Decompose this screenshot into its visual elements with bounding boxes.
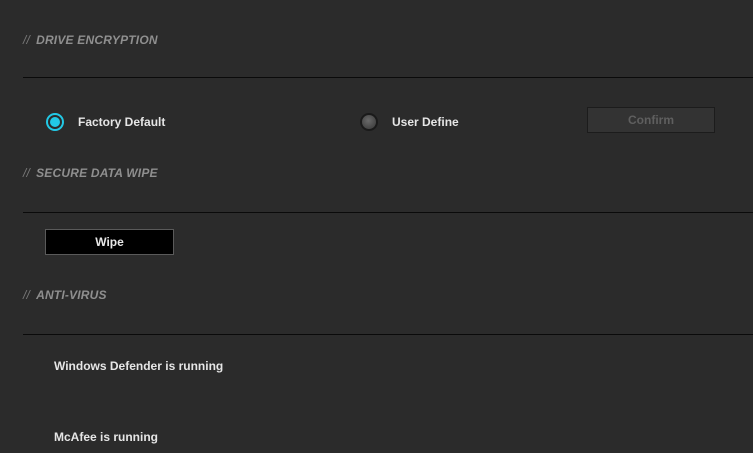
windows-defender-status: Windows Defender is running	[54, 359, 224, 373]
user-define-label: User Define	[392, 115, 459, 129]
secure-data-wipe-title: SECURE DATA WIPE	[36, 166, 158, 180]
drive-encryption-title: DRIVE ENCRYPTION	[36, 33, 158, 47]
divider	[23, 77, 753, 78]
section-mark: //	[23, 33, 31, 47]
mcafee-status: McAfee is running	[54, 430, 159, 444]
wipe-button[interactable]: Wipe	[45, 229, 174, 255]
security-settings-panel: // DRIVE ENCRYPTION Factory Default User…	[0, 0, 753, 453]
factory-default-label: Factory Default	[78, 115, 166, 129]
anti-virus-header: // ANTI-VIRUS	[23, 285, 107, 305]
confirm-button[interactable]: Confirm	[587, 107, 715, 133]
drive-encryption-header: // DRIVE ENCRYPTION	[23, 30, 158, 50]
divider	[23, 334, 753, 335]
radio-unselected-icon[interactable]	[360, 113, 378, 131]
section-mark: //	[23, 288, 31, 302]
section-mark: //	[23, 166, 31, 180]
user-define-option[interactable]: User Define	[360, 113, 459, 131]
divider	[23, 212, 753, 213]
factory-default-option[interactable]: Factory Default	[46, 113, 165, 131]
anti-virus-title: ANTI-VIRUS	[36, 288, 107, 302]
secure-data-wipe-header: // SECURE DATA WIPE	[23, 163, 158, 183]
radio-selected-icon[interactable]	[46, 113, 64, 131]
